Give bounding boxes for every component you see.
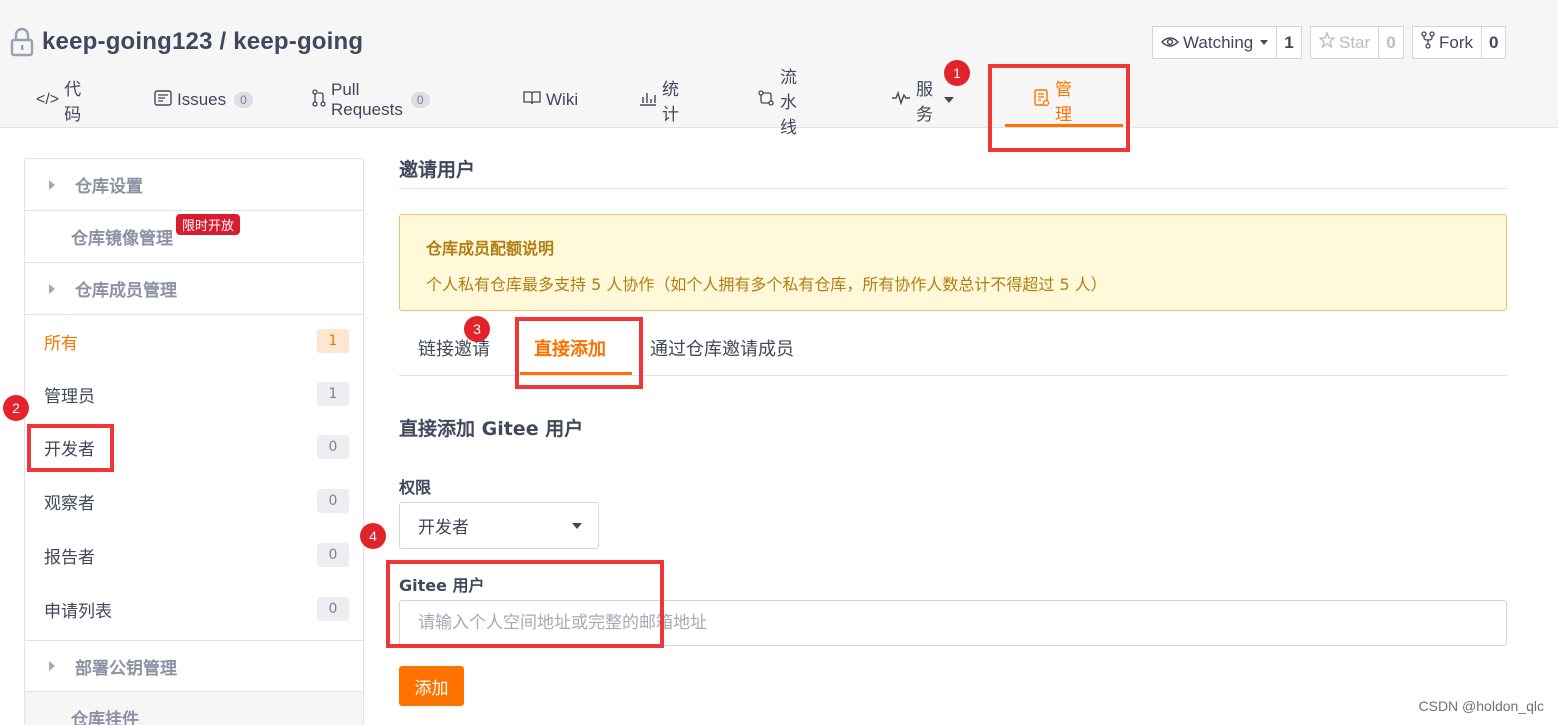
watching-label: Watching xyxy=(1183,32,1254,52)
star-button[interactable]: Star xyxy=(1310,26,1380,59)
sidebar-item-label: 报告者 xyxy=(44,547,95,568)
annotation-box-direct-add xyxy=(515,317,643,389)
book-icon xyxy=(523,90,541,110)
add-button[interactable]: 添加 xyxy=(399,666,464,706)
count-badge: 0 xyxy=(317,489,349,513)
step-marker-2: 2 xyxy=(3,395,29,421)
sidebar-item-label: 管理员 xyxy=(44,386,95,407)
watching-button-group: Watching 1 xyxy=(1152,26,1302,59)
sidebar-section-deploy-keys[interactable]: 部署公钥管理 xyxy=(25,640,363,692)
star-icon xyxy=(1318,31,1336,53)
repo-title-bar: keep-going123 / keep-going xyxy=(10,24,363,60)
annotation-box-developer xyxy=(27,424,114,472)
star-count[interactable]: 0 xyxy=(1379,26,1404,59)
repo-header: keep-going123 / keep-going Watching 1 St… xyxy=(0,0,1558,137)
caret-down-icon xyxy=(572,522,582,529)
sidebar-section-label: 仓库设置 xyxy=(75,177,143,197)
section-title: 直接添加 Gitee 用户 xyxy=(399,418,584,440)
count-badge: 0 xyxy=(317,543,349,567)
star-label: Star xyxy=(1339,32,1371,52)
count-badge: 1 xyxy=(317,329,349,353)
step-marker-4: 4 xyxy=(360,523,386,549)
tab-pipeline-label: 流水线 xyxy=(780,67,797,137)
sidebar-section-label: 仓库成员管理 xyxy=(75,281,177,301)
fork-button-group: Fork 0 xyxy=(1412,26,1507,59)
fork-icon xyxy=(1421,31,1435,54)
sidebar-item-label: 仓库挂件 xyxy=(71,710,139,725)
count-badge: 0 xyxy=(317,435,349,459)
count-badge: 1 xyxy=(317,382,349,406)
page-title: 邀请用户 xyxy=(399,155,1507,189)
lock-icon xyxy=(10,27,34,57)
annotation-box-user-input xyxy=(386,560,664,648)
issues-count-badge: 0 xyxy=(234,92,253,108)
sidebar-item-label: 申请列表 xyxy=(44,601,112,622)
watching-count[interactable]: 1 xyxy=(1277,26,1302,59)
fork-label: Fork xyxy=(1439,32,1473,52)
code-icon: </> xyxy=(36,91,60,108)
tab-invite-by-repo[interactable]: 通过仓库邀请成员 xyxy=(650,320,794,376)
annotation-box-manage xyxy=(988,64,1130,152)
sidebar-section-label: 部署公钥管理 xyxy=(75,658,177,679)
tab-services[interactable]: 服务 xyxy=(891,76,954,124)
eye-icon xyxy=(1161,33,1179,53)
sidebar-item-label: 所有 xyxy=(44,333,78,354)
notice-title: 仓库成员配额说明 xyxy=(426,239,555,258)
tab-pull-requests-label: Pull Requests xyxy=(331,80,403,119)
notice-description: 个人私有仓库最多支持 5 人协作（如个人拥有多个私有仓库，所有协作人数总计不得超… xyxy=(426,275,1107,294)
tab-code[interactable]: </> 代码 xyxy=(36,76,81,124)
tab-code-label: 代码 xyxy=(64,80,82,124)
star-button-group: Star 0 xyxy=(1310,26,1404,59)
limited-open-tag: 限时开放 xyxy=(176,214,241,235)
tab-wiki-label: Wiki xyxy=(546,90,579,109)
permission-label: 权限 xyxy=(399,478,432,497)
chevron-down-icon xyxy=(944,97,954,103)
triangle-right-icon xyxy=(49,661,55,671)
step-marker-1: 1 xyxy=(944,60,970,86)
chevron-down-icon xyxy=(1260,40,1269,45)
tab-issues-label: Issues xyxy=(177,90,227,109)
tab-pipeline[interactable]: 流水线 xyxy=(757,68,797,137)
permission-select[interactable]: 开发者 xyxy=(399,502,599,549)
sidebar-item-all[interactable]: 所有 1 xyxy=(25,315,363,367)
pipeline-icon xyxy=(757,89,775,112)
sidebar-item-plugins[interactable]: 仓库挂件 xyxy=(25,692,363,725)
permission-value: 开发者 xyxy=(418,518,469,538)
fork-button[interactable]: Fork xyxy=(1412,26,1482,59)
sidebar-item-admins[interactable]: 管理员 1 xyxy=(25,368,363,420)
fork-count[interactable]: 0 xyxy=(1482,26,1507,59)
triangle-right-icon xyxy=(49,179,55,190)
sidebar-item-label: 仓库镜像管理 xyxy=(71,229,173,249)
tab-services-label: 服务 xyxy=(916,80,933,124)
pull-requests-count-badge: 0 xyxy=(410,92,430,108)
sidebar-item-applications[interactable]: 申请列表 0 xyxy=(25,583,363,635)
tab-wiki[interactable]: Wiki xyxy=(523,76,578,124)
bar-chart-icon xyxy=(639,90,657,111)
sidebar-item-label: 观察者 xyxy=(44,493,95,514)
quota-notice: 仓库成员配额说明 个人私有仓库最多支持 5 人协作（如个人拥有多个私有仓库，所有… xyxy=(399,214,1507,311)
step-marker-3: 3 xyxy=(464,316,490,342)
watermark: CSDN @holdon_qlc xyxy=(1418,698,1545,714)
sidebar-section-repo-settings[interactable]: 仓库设置 xyxy=(25,159,363,211)
watching-button[interactable]: Watching xyxy=(1152,26,1278,59)
triangle-right-icon xyxy=(49,283,55,294)
tab-stats-label: 统计 xyxy=(662,80,679,124)
pulse-icon xyxy=(891,90,911,110)
issues-icon xyxy=(154,89,172,111)
tab-stats[interactable]: 统计 xyxy=(639,76,679,124)
pull-request-icon xyxy=(312,88,326,112)
sidebar-item-reporters[interactable]: 报告者 0 xyxy=(25,529,363,581)
sidebar-item-observers[interactable]: 观察者 0 xyxy=(25,475,363,527)
tab-issues[interactable]: Issues 0 xyxy=(154,76,253,124)
sidebar-section-members[interactable]: 仓库成员管理 xyxy=(25,263,363,315)
tab-pull-requests[interactable]: Pull Requests 0 xyxy=(312,76,430,124)
count-badge: 0 xyxy=(317,597,349,621)
repo-name[interactable]: keep-going123 / keep-going xyxy=(42,28,363,56)
